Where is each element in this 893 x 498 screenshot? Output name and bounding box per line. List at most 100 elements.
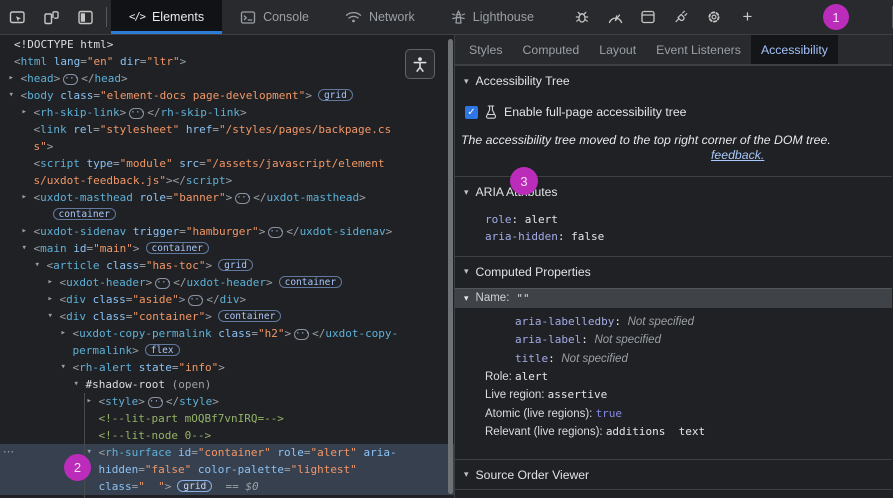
expand-ellipsis-icon[interactable]: ··· (235, 193, 251, 204)
layout-adorner-badge[interactable]: grid (218, 259, 253, 271)
code-token: : (548, 351, 562, 365)
layout-adorner-badge[interactable]: grid (177, 480, 213, 492)
lighthouse-icon (451, 9, 466, 25)
expand-ellipsis-icon[interactable]: ··· (147, 397, 164, 408)
dom-tree-line[interactable]: ▸ <div class="aside"> ··· </div> (0, 291, 454, 308)
dom-tree-line[interactable]: class=" "> grid == $0 (0, 478, 454, 495)
section-computed-properties[interactable]: ▾ Computed Properties (455, 255, 892, 286)
expand-arrow-icon[interactable]: ▸ (22, 223, 27, 240)
collapse-arrow-icon[interactable]: ▾ (61, 359, 66, 376)
device-toolbar-icon[interactable] (34, 0, 68, 34)
code-token: < (14, 55, 21, 68)
gauge-icon[interactable] (599, 0, 632, 34)
expand-ellipsis-icon[interactable]: ··· (155, 278, 172, 289)
code-token: "element-docs page-development" (100, 89, 306, 102)
dom-tree-line[interactable]: container (0, 206, 454, 223)
collapse-arrow-icon[interactable]: ▾ (22, 240, 27, 257)
fullpage-a11y-checkbox[interactable]: ✓ (465, 105, 478, 119)
dom-tree-line[interactable]: ▾ <div class="container"> container (0, 308, 454, 325)
dom-tree-line[interactable]: ▸ <uxdot-header> ··· </uxdot-header> contain… (0, 274, 454, 291)
dom-tree-line[interactable]: ▸ <uxdot-sidenav trigger="hamburger"> ··· <… (0, 223, 454, 240)
dock-side-icon[interactable] (68, 0, 102, 34)
code-token: "ltr" (146, 55, 180, 68)
expand-arrow-icon[interactable]: ▸ (9, 70, 14, 87)
code-token: div (66, 310, 86, 323)
expand-arrow-icon[interactable]: ▸ (87, 393, 92, 410)
dom-scrollbar[interactable] (448, 39, 453, 494)
tab-computed[interactable]: Computed (513, 35, 590, 64)
dom-tree-line[interactable]: <script type="module" src="/assets/javas… (0, 155, 454, 172)
dom-tree-line[interactable]: ▾ <rh-alert state="info"> (0, 359, 454, 376)
dom-tree-line[interactable]: <!DOCTYPE html> (0, 36, 454, 53)
triangle-disclosure-icon: ▾ (464, 292, 469, 303)
section-source-order-viewer[interactable]: ▾ Source Order Viewer (455, 458, 892, 490)
expand-ellipsis-icon[interactable]: ··· (188, 295, 205, 306)
accessibility-tree-toggle-button[interactable] (405, 49, 435, 79)
dom-tree-line[interactable]: ▸ <rh-skip-link> ··· </rh-skip-link> (0, 104, 454, 121)
tab-console[interactable]: Console (222, 0, 327, 34)
collapse-arrow-icon[interactable]: ▾ (9, 87, 14, 104)
tab-lighthouse[interactable]: Lighthouse (433, 0, 552, 34)
code-token: "/assets/javascript/element (205, 157, 385, 170)
collapse-arrow-icon[interactable]: ▾ (48, 308, 53, 325)
gear-icon[interactable] (698, 0, 731, 34)
layout-adorner-badge[interactable]: grid (317, 89, 353, 101)
dom-tree-line[interactable]: <!--lit-node 0--> (0, 427, 454, 444)
dom-tree-line[interactable]: <html lang="en" dir="ltr"> (0, 53, 454, 70)
tab-elements[interactable]: </> Elements (111, 0, 223, 34)
tab-layout[interactable]: Layout (589, 35, 646, 64)
layout-adorner-badge[interactable]: flex (144, 344, 180, 356)
dom-tree-line[interactable]: ▾ <article class="has-toc"> grid (0, 257, 454, 274)
code-token: head (94, 72, 122, 85)
expand-arrow-icon[interactable]: ▸ (61, 325, 66, 342)
dom-tree-line[interactable]: s/uxdot-feedback.js"></script> (0, 172, 454, 189)
dom-tree-line[interactable]: s"> (0, 138, 454, 155)
dom-tree-line[interactable]: permalink> flex (0, 342, 454, 359)
dom-tree-line[interactable]: ▸ <head> ··· </head> (0, 70, 454, 87)
section-accessibility-tree[interactable]: ▾ Accessibility Tree (455, 65, 892, 95)
dom-tree-line[interactable]: <!--lit-part mOQBf7vnIRQ=--> (0, 410, 454, 427)
dom-tree-line[interactable]: ▸ <style> ··· </style> (0, 393, 454, 410)
code-token: script (185, 174, 226, 187)
code-token: hidden (98, 463, 139, 476)
expand-arrow-icon[interactable]: ▸ (22, 104, 27, 121)
code-token: "container" (197, 446, 271, 459)
plug-icon[interactable] (665, 0, 698, 34)
code-token: "container" (132, 310, 206, 323)
code-token: = (179, 225, 186, 238)
tab-network[interactable]: Network (327, 0, 433, 34)
dom-tree-line[interactable]: ▾ #shadow-root (open) (0, 376, 454, 393)
expand-arrow-icon[interactable]: ▸ (22, 189, 27, 206)
expand-arrow-icon[interactable]: ▸ (48, 274, 53, 291)
application-box-icon[interactable] (632, 0, 665, 34)
tab-styles[interactable]: Styles (459, 35, 513, 64)
tab-event-listeners[interactable]: Event Listeners (646, 35, 751, 64)
dom-tree-line[interactable]: ▾ <main id="main"> container (0, 240, 454, 257)
more-actions-icon[interactable]: ⋯ (3, 445, 15, 458)
expand-ellipsis-icon[interactable]: ··· (294, 329, 310, 340)
layout-adorner-badge[interactable]: container (52, 208, 116, 220)
expand-arrow-icon[interactable]: ▸ (48, 291, 53, 308)
layout-adorner-badge[interactable]: container (145, 242, 209, 254)
computed-name-row[interactable]: ▾ Name: "" (455, 287, 892, 308)
expand-ellipsis-icon[interactable]: ··· (129, 108, 146, 119)
collapse-arrow-icon[interactable]: ▾ (35, 257, 40, 274)
code-token: uxdot-header (186, 276, 266, 289)
dom-tree-line[interactable]: <link rel="stylesheet" href="/styles/pag… (0, 121, 454, 138)
dom-tree-line[interactable]: ▾ <body class="element-docs page-developm… (0, 87, 454, 104)
bug-icon[interactable] (566, 0, 599, 34)
layout-adorner-badge[interactable]: container (217, 310, 282, 322)
plus-icon[interactable]: + (731, 0, 764, 34)
code-token: s/uxdot-feedback.js" (33, 174, 166, 187)
inspect-icon[interactable] (0, 0, 34, 34)
layout-adorner-badge[interactable]: container (278, 276, 343, 288)
tab-accessibility[interactable]: Accessibility (750, 35, 838, 64)
dom-tree-line[interactable]: ▸ <uxdot-copy-permalink class="h2"> ··· </u… (0, 325, 454, 342)
expand-ellipsis-icon[interactable]: ··· (63, 74, 80, 85)
tab-lighthouse-label: Lighthouse (472, 10, 534, 24)
dom-tree-line[interactable]: ▸ <uxdot-masthead role="banner"> ··· </uxdo… (0, 189, 454, 206)
expand-ellipsis-icon[interactable]: ··· (268, 227, 285, 238)
collapse-arrow-icon[interactable]: ▾ (74, 376, 79, 393)
feedback-link[interactable]: feedback. (711, 148, 764, 162)
